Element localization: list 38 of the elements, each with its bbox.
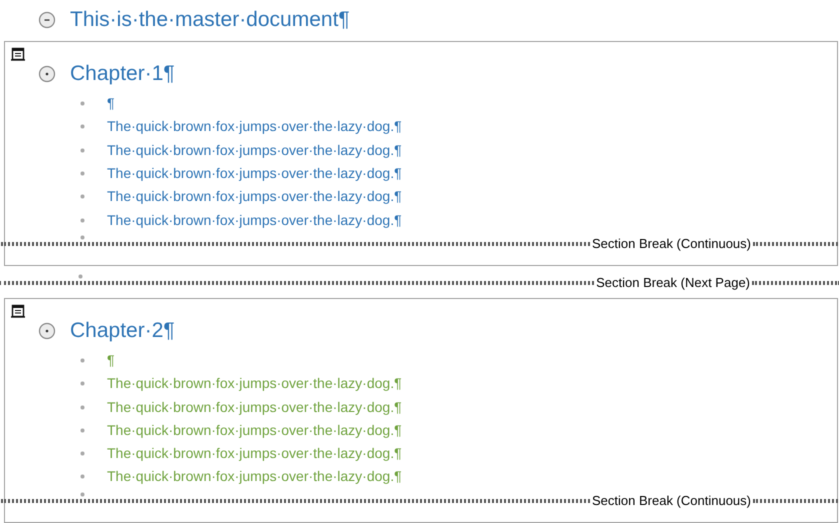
chapter-heading: Chapter·2¶ — [70, 318, 175, 344]
bullet-icon — [78, 274, 83, 279]
collapse-icon[interactable] — [38, 11, 56, 29]
bullet-icon — [80, 428, 85, 433]
outline-dot-icon[interactable] — [38, 322, 56, 340]
body-paragraph: The·quick·brown·fox·jumps·over·the·lazy·dog.¶ — [107, 374, 402, 394]
bullet-icon — [80, 171, 85, 176]
body-paragraph: The·quick·brown·fox·jumps·over·the·lazy·dog.¶ — [107, 140, 402, 160]
subdocument-icon[interactable] — [11, 304, 25, 318]
bullet-icon — [80, 474, 85, 480]
bullet-icon — [80, 381, 85, 386]
section-break-label: Section Break (Continuous) — [591, 235, 752, 254]
bullet-icon — [80, 124, 85, 130]
bullet-icon — [80, 218, 85, 223]
master-heading: This·is·the·master·document¶ — [70, 7, 350, 34]
body-paragraph: ¶ — [107, 94, 115, 114]
body-paragraph: ¶ — [107, 350, 115, 370]
body-paragraph: The·quick·brown·fox·jumps·over·the·lazy·dog.¶ — [107, 398, 402, 417]
body-paragraph: The·quick·brown·fox·jumps·over·the·lazy·dog.¶ — [107, 467, 402, 486]
bullet-icon — [80, 358, 85, 363]
bullet-icon — [80, 404, 85, 410]
bullet-icon — [80, 451, 85, 456]
bullet-icon — [80, 148, 85, 153]
outline-dot-icon[interactable] — [38, 65, 56, 83]
chapter-heading: Chapter·1¶ — [70, 61, 175, 88]
body-paragraph: The·quick·brown·fox·jumps·over·the·lazy·dog.¶ — [107, 187, 402, 206]
body-paragraph: The·quick·brown·fox·jumps·over·the·lazy·dog.¶ — [107, 444, 402, 464]
subdocument-icon[interactable] — [11, 47, 25, 61]
bullet-icon — [80, 492, 85, 497]
body-paragraph: The·quick·brown·fox·jumps·over·the·lazy·dog.¶ — [107, 210, 402, 230]
section-break-label: Section Break (Continuous) — [591, 492, 752, 510]
bullet-icon — [80, 101, 85, 106]
body-paragraph: The·quick·brown·fox·jumps·over·the·lazy·dog.¶ — [107, 117, 402, 136]
bullet-icon — [80, 194, 85, 200]
bullet-icon — [80, 234, 85, 240]
body-paragraph: The·quick·brown·fox·jumps·over·the·lazy·dog.¶ — [107, 420, 402, 440]
body-paragraph: The·quick·brown·fox·jumps·over·the·lazy·dog.¶ — [107, 164, 402, 184]
section-break-label: Section Break (Next Page) — [595, 274, 751, 292]
